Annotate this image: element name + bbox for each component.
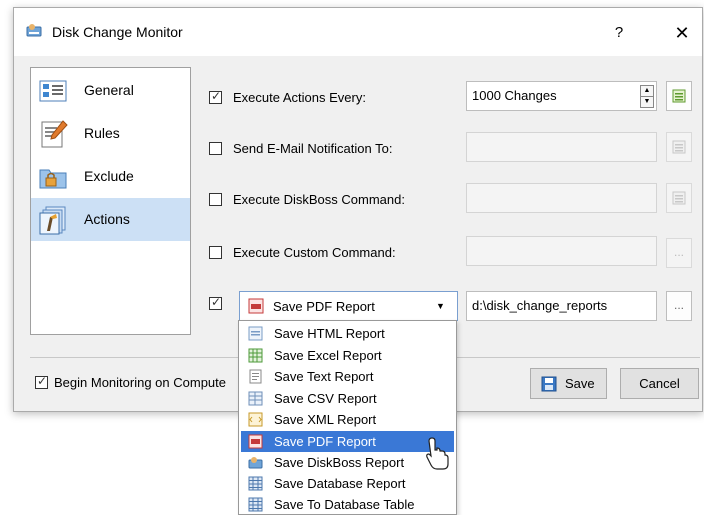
dropdown-option-xml-report[interactable]: Save XML Report — [241, 409, 454, 430]
general-icon — [39, 80, 67, 102]
sidebar-item-exclude[interactable]: Exclude — [31, 155, 190, 198]
dropdown-option-label: Save Database Report — [274, 476, 406, 491]
dropdown-option-pdf-report[interactable]: Save PDF Report — [241, 431, 454, 452]
email-options-button[interactable] — [666, 132, 692, 162]
email-address-input[interactable] — [466, 132, 657, 162]
list-icon — [672, 191, 686, 205]
dropdown-option-label: Save To Database Table — [274, 497, 415, 512]
list-icon — [672, 140, 686, 154]
check-mark-icon: ✓ — [211, 89, 222, 103]
floppy-disk-icon — [541, 376, 557, 392]
diskboss-command-checkbox[interactable] — [209, 193, 222, 206]
diskboss-command-label: Execute DiskBoss Command: — [233, 192, 405, 207]
dropdown-option-label: Save PDF Report — [274, 434, 376, 449]
pdf-report-icon — [248, 434, 263, 449]
check-mark-icon: ✓ — [211, 295, 222, 309]
sidebar-item-actions[interactable]: Actions — [31, 198, 190, 241]
title-bar: Disk Change Monitor ? ✕ — [14, 8, 702, 56]
dropdown-option-excel-report[interactable]: Save Excel Report — [241, 345, 454, 366]
dropdown-option-csv-report[interactable]: Save CSV Report — [241, 388, 454, 409]
sidebar-item-label: Actions — [84, 211, 130, 227]
sidebar-item-rules[interactable]: Rules — [31, 112, 190, 155]
database-table-icon — [248, 497, 263, 512]
report-type-select[interactable]: Save PDF Report ▼ — [239, 291, 458, 321]
custom-command-input[interactable] — [466, 236, 657, 266]
spin-down-icon[interactable]: ▼ — [640, 96, 654, 108]
pdf-report-icon — [248, 298, 264, 314]
help-button[interactable]: ? — [604, 18, 634, 48]
app-icon — [26, 24, 42, 37]
sidebar-item-general[interactable]: General — [31, 69, 190, 112]
close-button[interactable]: ✕ — [664, 18, 700, 48]
change-count-input[interactable]: 1000 Changes — [466, 81, 657, 111]
dropdown-option-text-report[interactable]: Save Text Report — [241, 366, 454, 387]
report-path-browse-button[interactable]: ... — [666, 291, 692, 321]
actions-icon — [39, 206, 66, 235]
text-report-icon — [249, 369, 262, 384]
chevron-down-icon: ▼ — [436, 301, 445, 311]
mouse-cursor-icon — [426, 437, 449, 470]
dropdown-option-html-report[interactable]: Save HTML Report — [241, 323, 454, 344]
dropdown-option-label: Save Excel Report — [274, 348, 382, 363]
csv-report-icon — [248, 391, 263, 406]
rules-icon — [41, 120, 68, 148]
execute-every-options-button[interactable] — [666, 81, 692, 111]
dropdown-option-label: Save DiskBoss Report — [274, 455, 405, 470]
dropdown-option-diskboss-report[interactable]: Save DiskBoss Report — [241, 452, 454, 473]
execute-every-checkbox[interactable]: ✓ — [209, 89, 222, 104]
save-report-checkbox[interactable]: ✓ — [209, 295, 222, 310]
execute-every-label: Execute Actions Every: — [233, 90, 366, 105]
begin-monitoring-checkbox[interactable]: ✓ — [35, 374, 48, 389]
custom-command-label: Execute Custom Command: — [233, 245, 396, 260]
sidebar-item-label: Rules — [84, 125, 120, 141]
list-icon — [672, 89, 686, 103]
report-type-selected: Save PDF Report — [273, 299, 375, 314]
database-report-icon — [248, 476, 263, 491]
sidebar-item-label: General — [84, 82, 134, 98]
check-mark-icon: ✓ — [37, 374, 48, 388]
diskboss-command-input[interactable] — [466, 183, 657, 213]
xml-report-icon — [248, 412, 263, 427]
email-notification-label: Send E-Mail Notification To: — [233, 141, 393, 156]
exclude-icon — [39, 169, 67, 189]
change-count-spinner[interactable]: ▲ ▼ — [640, 85, 654, 108]
custom-command-browse-button[interactable]: ... — [666, 238, 692, 268]
begin-monitoring-label: Begin Monitoring on Compute — [54, 375, 226, 390]
dropdown-option-label: Save CSV Report — [274, 391, 377, 406]
save-button-label: Save — [565, 376, 595, 391]
report-path-input[interactable]: d:\disk_change_reports — [466, 291, 657, 321]
window-title: Disk Change Monitor — [52, 24, 183, 40]
sidebar: General Rules Exclude Actions — [30, 67, 191, 335]
dropdown-option-label: Save XML Report — [274, 412, 377, 427]
cancel-button[interactable]: Cancel — [620, 368, 699, 399]
email-notification-checkbox[interactable] — [209, 142, 222, 155]
custom-command-checkbox[interactable] — [209, 246, 222, 259]
dropdown-option-database-table[interactable]: Save To Database Table — [241, 494, 454, 515]
excel-report-icon — [248, 348, 263, 363]
dropdown-option-label: Save HTML Report — [274, 326, 385, 341]
dropdown-option-database-report[interactable]: Save Database Report — [241, 473, 454, 494]
diskboss-command-options-button[interactable] — [666, 183, 692, 213]
sidebar-item-label: Exclude — [84, 168, 134, 184]
dropdown-option-label: Save Text Report — [274, 369, 374, 384]
html-report-icon — [248, 326, 263, 341]
save-button[interactable]: Save — [530, 368, 607, 399]
report-type-dropdown: Save HTML Report Save Excel Report Save … — [238, 320, 457, 515]
diskboss-report-icon — [248, 457, 263, 469]
